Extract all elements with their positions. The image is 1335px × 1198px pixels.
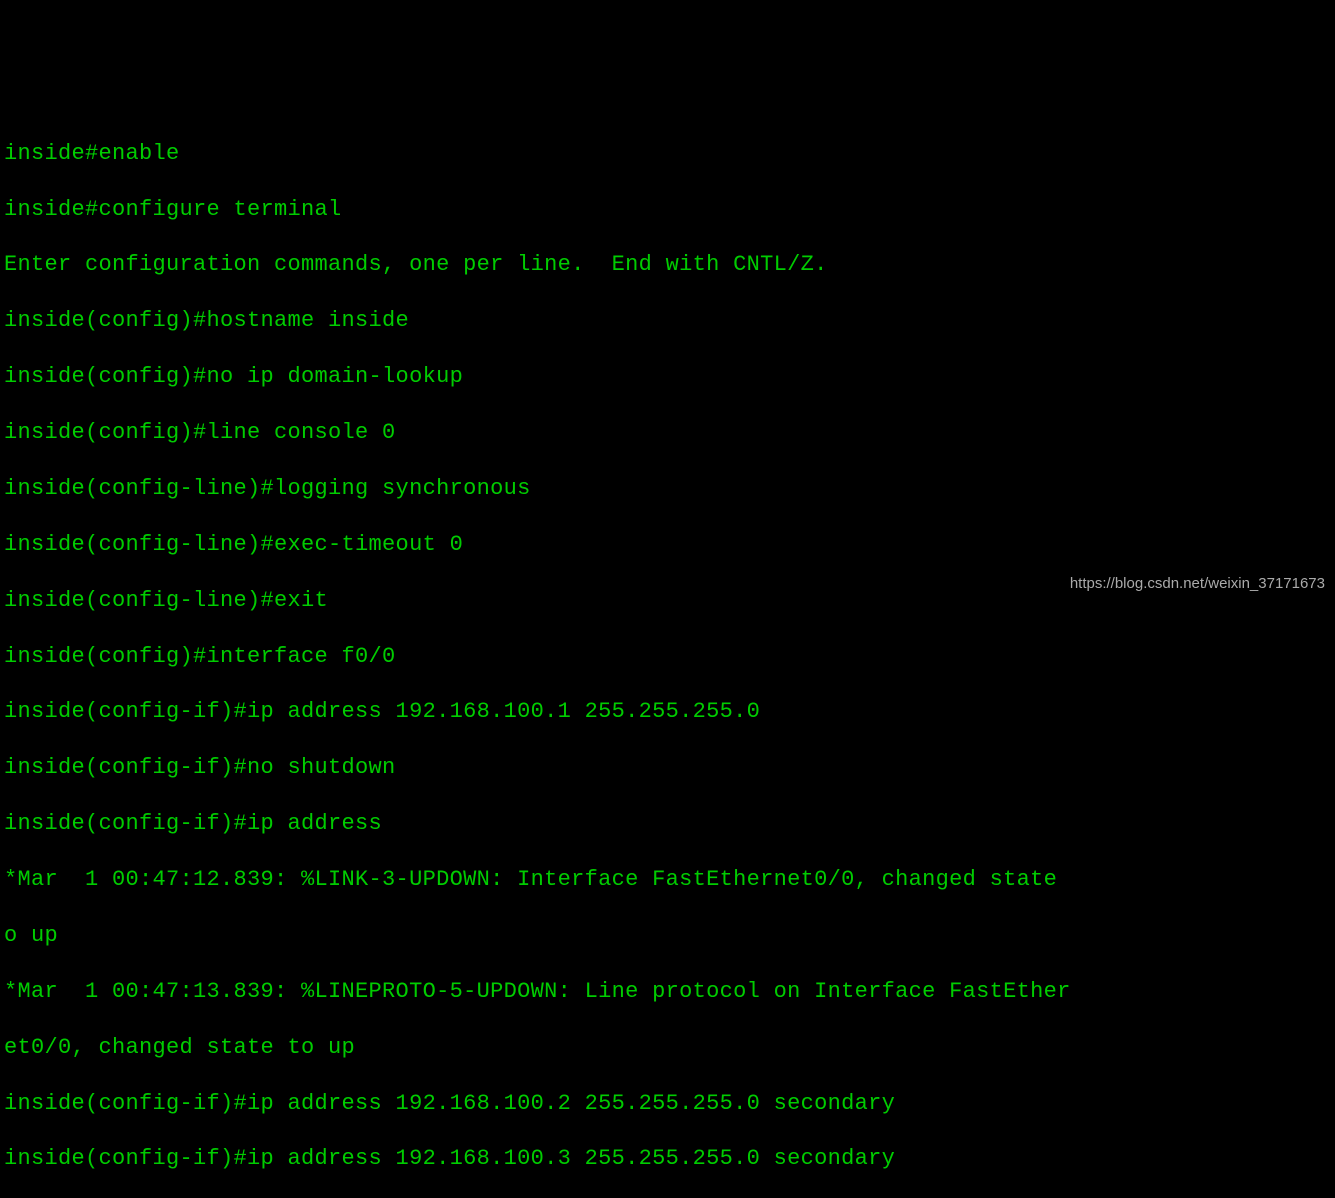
terminal-line: inside(config-if)#ip address 192.168.100… bbox=[4, 1145, 1331, 1173]
terminal-line: inside(config)#line console 0 bbox=[4, 419, 1331, 447]
terminal-line: inside(config-if)#ip address 192.168.100… bbox=[4, 1090, 1331, 1118]
terminal-line: inside(config-if)#ip address 192.168.100… bbox=[4, 698, 1331, 726]
terminal-line: inside(config)#interface f0/0 bbox=[4, 643, 1331, 671]
terminal-line: *Mar 1 00:47:12.839: %LINK-3-UPDOWN: Int… bbox=[4, 866, 1331, 894]
terminal-line: Enter configuration commands, one per li… bbox=[4, 251, 1331, 279]
terminal-line: inside(config)#no ip domain-lookup bbox=[4, 363, 1331, 391]
terminal-line: inside(config-line)#logging synchronous bbox=[4, 475, 1331, 503]
terminal-output[interactable]: inside#enable inside#configure terminal … bbox=[4, 112, 1331, 711]
terminal-line: et0/0, changed state to up bbox=[4, 1034, 1331, 1062]
terminal-line: inside#configure terminal bbox=[4, 196, 1331, 224]
terminal-line: inside(config-line)#exec-timeout 0 bbox=[4, 531, 1331, 559]
terminal-line: o up bbox=[4, 922, 1331, 950]
watermark-text: https://blog.csdn.net/weixin_37171673 bbox=[1070, 574, 1325, 593]
terminal-line: inside#enable bbox=[4, 140, 1331, 168]
terminal-line: inside(config-if)#no shutdown bbox=[4, 754, 1331, 782]
terminal-line: inside(config-if)#ip address bbox=[4, 810, 1331, 838]
terminal-line: inside(config)#hostname inside bbox=[4, 307, 1331, 335]
terminal-line: *Mar 1 00:47:13.839: %LINEPROTO-5-UPDOWN… bbox=[4, 978, 1331, 1006]
